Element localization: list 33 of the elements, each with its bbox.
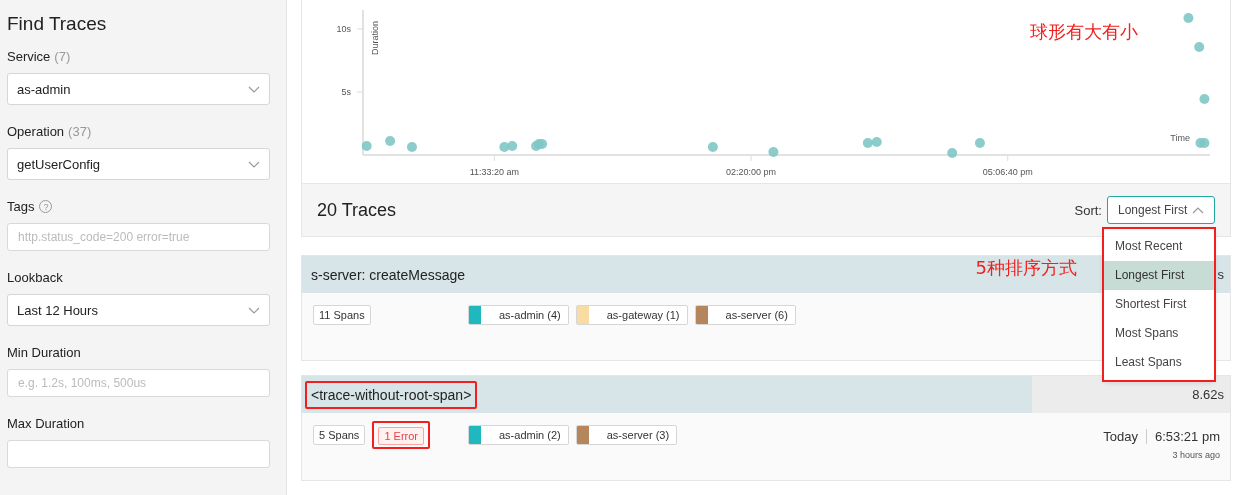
tick-label: 02:20:00 pm (726, 167, 777, 177)
trace-duration: s (1217, 267, 1224, 282)
service-name: as-admin (2) (498, 429, 562, 441)
tick-label: 5s (341, 86, 351, 97)
service-name: as-server (3) (605, 429, 671, 441)
field-label: Service (7, 49, 51, 64)
trace-time: 6:53:21 pm (1154, 429, 1220, 444)
relative-time: 3 hours ago (1171, 450, 1220, 460)
service-name: as-server (6) (724, 309, 789, 321)
field-label: Tags (7, 199, 35, 214)
service-name: as-gateway (1) (605, 309, 681, 321)
error-count: 1 Error (378, 427, 424, 445)
panel-title: Find Traces (7, 13, 108, 35)
annotation-text: 球形有大有小 (1030, 21, 1138, 42)
field-label: Operation (7, 124, 65, 139)
field-label: Lookback (7, 270, 63, 285)
field-count: (37) (68, 124, 92, 139)
tick-label: 05:06:40 pm (982, 167, 1033, 177)
service-name: as-admin (4) (498, 309, 562, 321)
span-count: 5 Spans (313, 425, 366, 445)
axis-label: Duration (370, 20, 380, 55)
span-count: 11 Spans (313, 305, 371, 325)
field-count: (7) (54, 49, 71, 64)
results-title: 20 Traces (317, 199, 397, 221)
field-label: Max Duration (7, 416, 85, 431)
field-label: Min Duration (7, 345, 81, 360)
tick-label: 10s (336, 23, 351, 34)
trace-date: Today (1103, 429, 1147, 444)
axis-label: Time (1170, 133, 1190, 143)
tick-label: 11:33:20 am (469, 167, 520, 177)
sort-label: Sort: (1074, 202, 1102, 218)
trace-duration: 8.62s (1192, 387, 1224, 402)
annotation-text: 5种排序方式 (975, 256, 1077, 281)
